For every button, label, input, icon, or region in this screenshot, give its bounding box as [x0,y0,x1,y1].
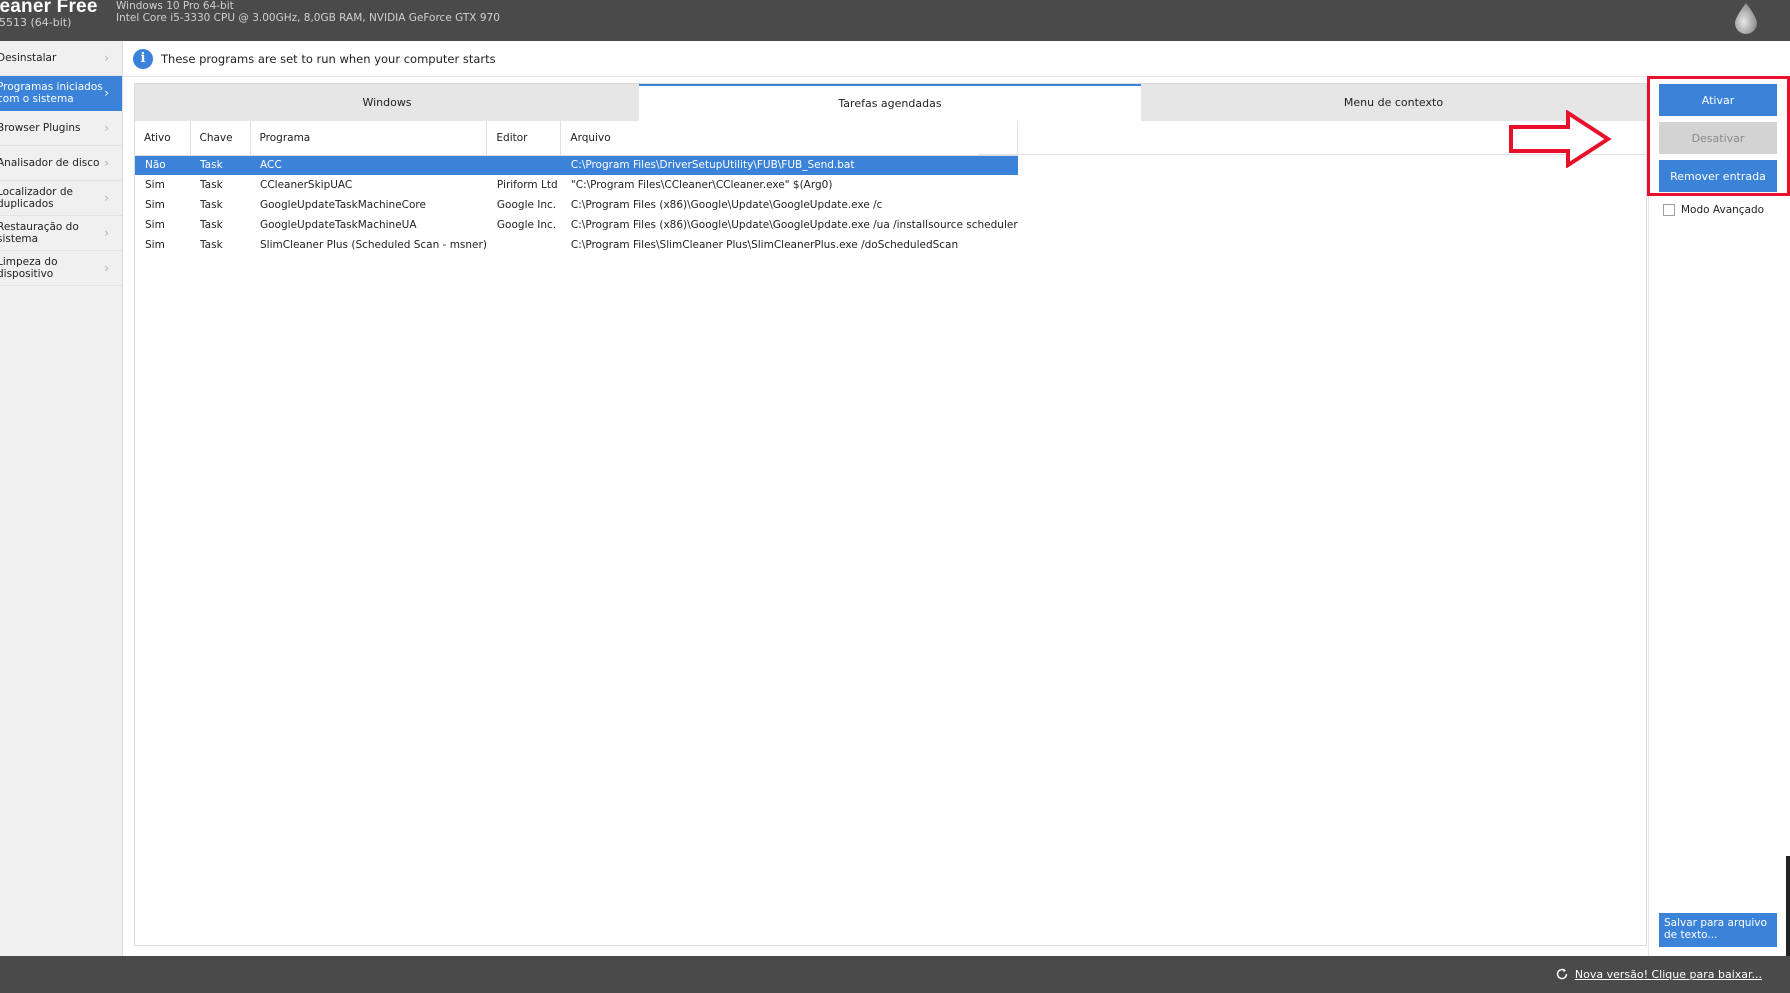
column-header-ativo[interactable]: Ativo [135,121,191,156]
cell-arquivo: "C:\Program Files\CCleaner\CCleaner.exe"… [570,179,833,191]
info-text: These programs are set to run when your … [161,51,496,66]
modo-avancado-checkbox[interactable] [1663,204,1675,216]
tab-bar: Windows Tarefas agendadas Menu de contex… [135,84,1646,121]
main-panel: Windows Tarefas agendadas Menu de contex… [134,83,1647,946]
column-header-editor[interactable]: Editor [486,121,562,156]
cell-ativo: Sim [145,239,165,251]
tab-windows[interactable]: Windows [135,84,639,121]
cell-editor [487,235,561,255]
sidebar-item-label: Limpeza do dispositivo [0,256,58,280]
table-header-row: Ativo Chave Programa Editor Arquivo [135,121,1019,156]
cell-editor: Google Inc. [496,199,557,211]
cell-chave: Task [200,179,223,191]
table-row[interactable]: Não Task ACC C:\Program Files\DriverSetupUt… [135,155,1018,175]
sidebar-item[interactable]: Limpeza do dispositivo › [0,251,122,286]
sidebar-item-label: Programas iniciados com o sistema [0,81,103,105]
cell-arquivo: C:\Program Files (x86)\Google\Update\Goo… [570,219,1018,231]
droplet-logo-icon [1735,3,1757,34]
sidebar-item-label: Desinstalar [0,52,57,64]
info-bar: i These programs are set to run when you… [123,41,1790,77]
cell-programa: CCleanerSkipUAC [260,179,353,191]
table-row[interactable]: Sim Task GoogleUpdateTaskMachineUA Google I… [135,215,1018,235]
cell-arquivo: C:\Program Files (x86)\Google\Update\Goo… [570,199,883,211]
sidebar-item[interactable]: Restauração do sistema › [0,216,122,251]
sidebar-item-label: Analisador de disco [0,157,100,169]
table-row[interactable]: Sim Task SlimCleaner Plus (Scheduled Scan … [135,235,1018,255]
chevron-right-icon: › [104,156,109,170]
system-info-hardware: Intel Core i5-3330 CPU @ 3.00GHz, 8,0GB … [116,12,500,24]
cell-arquivo: C:\Program Files\DriverSetupUtility\FUB\… [560,155,1018,175]
sidebar-item[interactable]: Localizador de duplicados › [0,181,122,216]
chevron-right-icon: › [104,226,109,240]
info-icon: i [133,48,153,69]
chevron-right-icon: › [104,261,109,275]
cell-ativo: Sim [145,219,165,231]
salvar-arquivo-button[interactable]: Salvar para arquivo de texto... [1659,913,1777,947]
cell-arquivo: C:\Program Files\SlimCleaner Plus\SlimCl… [570,239,959,251]
window-edge [1786,856,1790,956]
sidebar-item-label: Localizador de duplicados [0,186,73,210]
chevron-right-icon: › [104,86,109,100]
sidebar-item[interactable]: Browser Plugins › [0,111,122,146]
remover-entrada-button[interactable]: Remover entrada [1659,160,1777,192]
table-row[interactable]: Sim Task GoogleUpdateTaskMachineCore Google… [135,195,1018,215]
cell-programa: SlimCleaner Plus (Scheduled Scan - msner… [260,239,487,251]
cell-ativo: Sim [145,179,165,191]
sidebar-item[interactable]: Programas iniciados com o sistema › [0,76,122,111]
cell-programa: ACC [250,155,487,175]
system-info-os: Windows 10 Pro 64-bit [116,0,234,12]
cell-editor: Piriform Ltd [496,179,558,191]
tab-tarefas-agendadas[interactable]: Tarefas agendadas [639,84,1141,121]
app-header: leaner Free 5513 (64-bit) Windows 10 Pro… [0,0,1790,41]
cell-chave: Task [190,155,250,175]
cell-ativo: Sim [145,199,165,211]
cell-programa: GoogleUpdateTaskMachineUA [260,219,417,231]
cell-chave: Task [200,219,223,231]
update-notice[interactable]: Nova versão! Clique para baixar... [1555,967,1762,981]
arrow-right-icon [1509,110,1612,168]
sidebar-item-label: Browser Plugins [0,122,81,134]
desativar-button[interactable]: Desativar [1659,122,1777,154]
ativar-button[interactable]: Ativar [1659,84,1777,116]
chevron-right-icon: › [104,121,109,135]
app-version: 5513 (64-bit) [0,16,72,29]
sidebar-item[interactable]: Analisador de disco › [0,146,122,181]
column-header-arquivo[interactable]: Arquivo [560,121,1019,156]
update-link[interactable]: Nova versão! Clique para baixar... [1575,968,1762,981]
app-footer: Nova versão! Clique para baixar... [0,956,1790,993]
cell-editor [486,155,561,175]
cell-editor: Google Inc. [496,219,557,231]
chevron-right-icon: › [104,51,109,65]
column-header-chave[interactable]: Chave [190,121,251,156]
sidebar-item-label: Restauração do sistema [0,221,79,245]
chevron-right-icon: › [104,191,109,205]
refresh-icon [1556,968,1568,980]
table-row[interactable]: Sim Task CCleanerSkipUAC Piriform Ltd "C:\Pr… [135,175,1018,195]
sidebar: Desinstalar › Programas iniciados com o si… [0,41,123,956]
cell-chave: Task [200,199,223,211]
cell-ativo: Não [135,155,190,175]
modo-avancado-option[interactable]: Modo Avançado [1663,204,1764,216]
sidebar-item[interactable]: Desinstalar › [0,41,122,76]
column-header-programa[interactable]: Programa [250,121,488,156]
modo-avancado-label: Modo Avançado [1681,204,1765,216]
cell-programa: GoogleUpdateTaskMachineCore [260,199,426,211]
startup-table: Ativo Chave Programa Editor Arquivo Não T… [135,121,1019,255]
cell-chave: Task [200,239,223,251]
action-panel: Ativar Desativar Remover entrada Modo Av… [1648,77,1790,956]
